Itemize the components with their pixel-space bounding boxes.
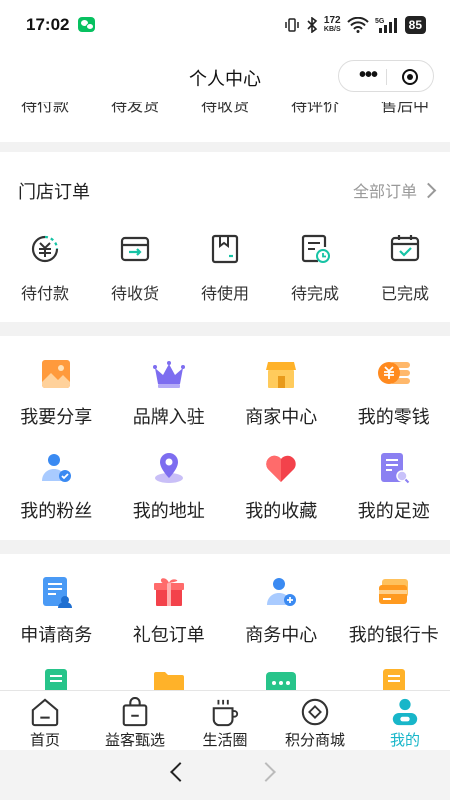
- wifi-icon: [346, 17, 369, 33]
- chat-bubble-icon: [266, 672, 297, 690]
- tab-home[interactable]: 首页: [0, 691, 90, 750]
- order-status-item[interactable]: 待付款: [0, 102, 90, 116]
- shopping-bag-icon: [122, 697, 148, 727]
- capsule-divider: [386, 69, 387, 85]
- orange-doc-icon: [382, 669, 405, 690]
- close-target-icon[interactable]: [402, 69, 418, 85]
- points-diamond-icon: [301, 698, 329, 726]
- tab-mine[interactable]: 我的: [360, 691, 450, 750]
- store-orders-title: 门店订单: [18, 182, 90, 202]
- more-service-entry[interactable]: [0, 666, 113, 690]
- user-check-icon: [42, 454, 72, 482]
- green-doc-icon: [45, 669, 68, 690]
- battery-indicator: 85: [404, 16, 426, 34]
- order-status-item[interactable]: 待发货: [90, 102, 180, 116]
- folder-icon: [153, 672, 184, 690]
- gift-orders-entry[interactable]: 礼包订单: [113, 574, 226, 647]
- my-footprint-entry[interactable]: 我的足迹: [338, 450, 450, 523]
- apply-doc-icon: [43, 577, 73, 608]
- box-check-icon: [390, 235, 420, 262]
- order-completed[interactable]: 已完成: [360, 232, 450, 304]
- my-favorites-entry[interactable]: 我的收藏: [225, 450, 338, 523]
- net-speed: 172 KB/S: [323, 15, 341, 34]
- order-to-use[interactable]: 待使用: [180, 232, 270, 304]
- store-orders-card: 门店订单 全部订单 待付款 待收货 待使用 待完成 已完成: [0, 152, 450, 322]
- profile-icon: [392, 698, 418, 726]
- tab-life-circle[interactable]: 生活圈: [180, 691, 270, 750]
- more-service-entry[interactable]: [225, 666, 338, 690]
- location-icon: [154, 453, 183, 483]
- apply-business-entry[interactable]: 申请商务: [0, 574, 113, 647]
- signal-icon: 5G: [375, 18, 397, 33]
- share-entry[interactable]: 我要分享: [0, 356, 113, 429]
- coffee-cup-icon: [212, 699, 239, 727]
- box-arrow-icon: [120, 236, 150, 262]
- more-icon[interactable]: •••: [351, 64, 385, 86]
- services-card: 我要分享 品牌入驻 商家中心 我的零钱 我的粉丝 我的地址 我的收藏 我的足迹: [0, 336, 450, 540]
- system-nav-bar: [0, 750, 450, 800]
- status-time: 17:02: [26, 15, 70, 34]
- home-icon: [31, 698, 59, 727]
- status-bar: 17:02 172 KB/S 5G 85: [0, 0, 450, 50]
- my-change-entry[interactable]: 我的零钱: [338, 356, 450, 429]
- chevron-right-icon: [420, 182, 437, 198]
- my-address-entry[interactable]: 我的地址: [113, 450, 226, 523]
- doc-clock-icon: [301, 234, 330, 263]
- shop-orders-partial: 待付款 待发货 待收货 待评价 售后中: [0, 102, 450, 142]
- nav-bar: 个人中心 •••: [0, 50, 450, 102]
- order-status-item[interactable]: 售后中: [360, 102, 450, 116]
- order-to-receive[interactable]: 待收货: [90, 232, 180, 304]
- order-to-complete[interactable]: 待完成: [270, 232, 360, 304]
- crown-icon: [152, 361, 185, 388]
- tab-bar: 首页 益客甄选 生活圈 积分商城 我的: [0, 690, 450, 750]
- doc-search-icon: [380, 453, 409, 484]
- svg-text:5G: 5G: [375, 18, 385, 25]
- wechat-icon: [78, 17, 95, 32]
- bank-card-entry[interactable]: 我的银行卡: [338, 574, 450, 647]
- gift-icon: [153, 578, 184, 606]
- miniprogram-capsule: •••: [338, 60, 434, 92]
- bookmark-box-icon: [211, 234, 239, 264]
- more-service-entry[interactable]: [113, 666, 226, 690]
- vibrate-icon: [285, 18, 299, 32]
- merchant-center-entry[interactable]: 商家中心: [225, 356, 338, 429]
- tab-points-mall[interactable]: 积分商城: [270, 691, 360, 750]
- order-status-item[interactable]: 待评价: [270, 102, 360, 116]
- status-indicators: 172 KB/S 5G 85: [284, 14, 426, 36]
- business-center-entry[interactable]: 商务中心: [225, 574, 338, 647]
- all-orders-link[interactable]: 全部订单: [353, 178, 437, 202]
- bluetooth-icon: [307, 17, 318, 33]
- heart-icon: [266, 455, 296, 482]
- coins-icon: [377, 362, 410, 384]
- tab-selection[interactable]: 益客甄选: [90, 691, 180, 750]
- brand-join-entry[interactable]: 品牌入驻: [113, 356, 226, 429]
- share-image-icon: [42, 360, 71, 388]
- more-service-entry[interactable]: [338, 666, 450, 690]
- shop-icon: [266, 362, 297, 388]
- my-fans-entry[interactable]: 我的粉丝: [0, 450, 113, 523]
- business-services-card: 申请商务 礼包订单 商务中心 我的银行卡: [0, 554, 450, 690]
- order-status-item[interactable]: 待收货: [180, 102, 270, 116]
- back-icon[interactable]: [170, 762, 190, 782]
- yuan-clock-icon: [31, 235, 59, 263]
- user-plus-icon: [267, 578, 297, 606]
- bank-card-icon: [378, 579, 408, 604]
- order-pending-payment[interactable]: 待付款: [0, 232, 90, 304]
- forward-icon[interactable]: [256, 762, 276, 782]
